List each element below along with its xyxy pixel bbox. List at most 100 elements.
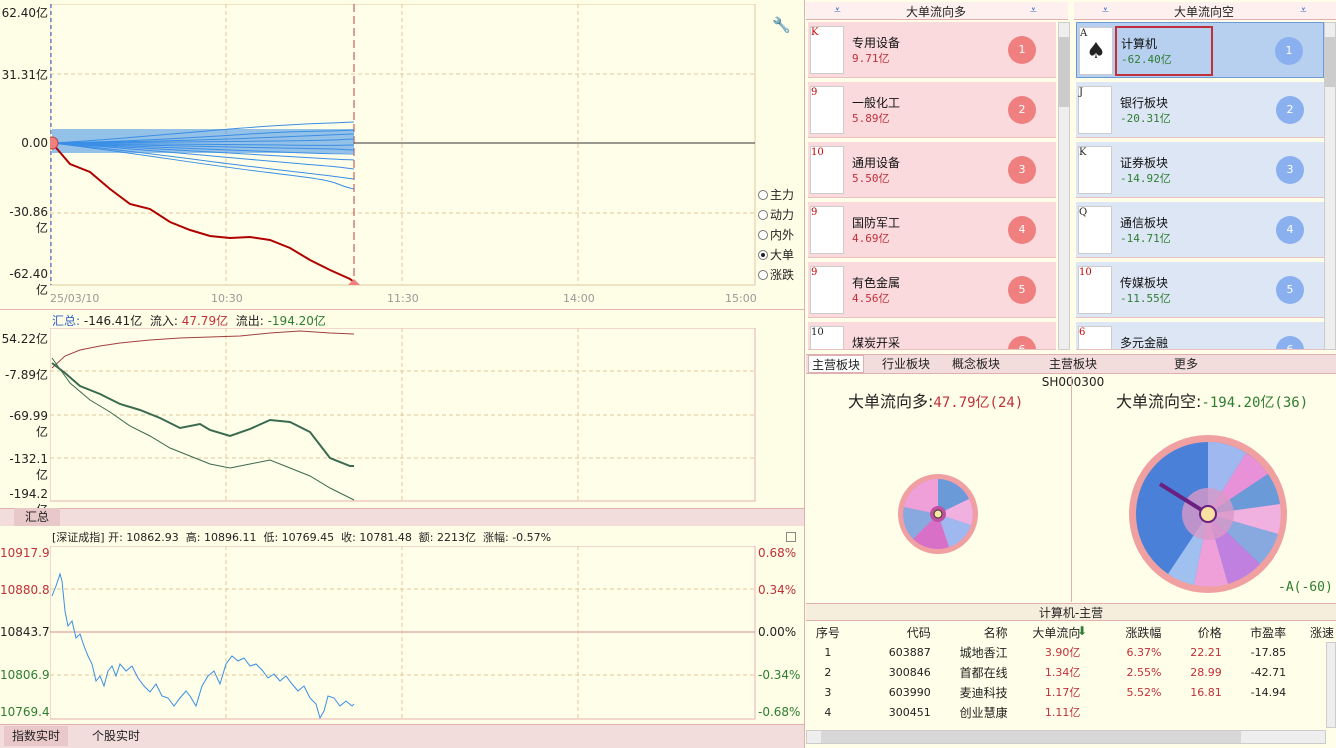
radio-dongli[interactable]: 动力 bbox=[758, 206, 794, 223]
list-item[interactable]: 6 多元金融 6 bbox=[1076, 322, 1324, 350]
list-item[interactable]: A ♠ 计算机 -62.40亿 1 bbox=[1076, 22, 1324, 78]
flow-summary-header: 汇总: -146.41亿 流入: 47.79亿 流出: -194.20亿 bbox=[52, 314, 326, 328]
y-label: -30.86亿 bbox=[9, 205, 48, 235]
radio-zhangdie[interactable]: 涨跌 bbox=[758, 266, 794, 283]
list-item[interactable]: K 证券板块 -14.92亿 3 bbox=[1076, 142, 1324, 198]
expand-icon[interactable] bbox=[786, 532, 796, 542]
table-vscrollbar[interactable] bbox=[1326, 642, 1336, 728]
table-row[interactable]: 4 300451 创业慧康 1.11亿 bbox=[806, 702, 1336, 722]
pie-left-chart bbox=[898, 474, 978, 554]
y-label: -7.89亿 bbox=[4, 368, 48, 382]
y-label: 0.34% bbox=[758, 583, 797, 597]
main-chart-panel: 62.40亿 31.31亿 0.00 -30.86亿 -62.40亿 🔧 25/… bbox=[0, 0, 804, 310]
left-list-title: 大单流向多 bbox=[906, 5, 967, 19]
collapse-icon[interactable]: ⩡ bbox=[834, 3, 841, 18]
pie-right-chart bbox=[1129, 435, 1287, 593]
detail-table-title: 计算机-主营 bbox=[806, 603, 1336, 621]
detail-table: 序号 代码 名称 大单流向 涨跌幅 价格 市盈率 涨速 1 603887 城地香江 3… bbox=[806, 622, 1336, 722]
col-header[interactable]: 名称 bbox=[933, 622, 1010, 642]
playing-card-icon: K bbox=[1078, 146, 1112, 194]
playing-card-icon: 10 bbox=[1078, 266, 1112, 314]
right-list-title: 大单流向空 bbox=[1174, 5, 1235, 19]
x-label: 25/03/10 bbox=[50, 292, 100, 305]
main-flow-chart bbox=[50, 4, 756, 286]
radio-neiwai[interactable]: 内外 bbox=[758, 226, 794, 243]
right-list-scrollbar[interactable] bbox=[1324, 22, 1336, 350]
col-header[interactable]: 大单流向 bbox=[1010, 622, 1083, 642]
col-header[interactable]: 代码 bbox=[850, 622, 933, 642]
list-item[interactable]: 9 有色金属 4.56亿 5 bbox=[808, 262, 1056, 318]
list-item[interactable]: K 专用设备 9.71亿 1 bbox=[808, 22, 1056, 78]
right-list-header: ⩡ 大单流向空 ⩡ bbox=[1074, 2, 1336, 20]
y-label: 62.40亿 bbox=[1, 6, 48, 20]
col-header[interactable]: 价格 bbox=[1163, 622, 1223, 642]
table-row[interactable]: 1 603887 城地香江 3.90亿 6.37% 22.21 -17.85 bbox=[806, 642, 1336, 662]
tab-more[interactable]: 更多 bbox=[1166, 355, 1206, 373]
list-item[interactable]: 9 国防军工 4.69亿 4 bbox=[808, 202, 1056, 258]
y-label: 10880.80 bbox=[0, 583, 58, 597]
table-hscrollbar[interactable] bbox=[806, 730, 1326, 744]
tab-concept-sector[interactable]: 概念板块 bbox=[948, 355, 1004, 373]
x-label: 15:00 bbox=[725, 292, 757, 305]
left-list-scrollbar[interactable] bbox=[1058, 22, 1070, 350]
index-chart-panel: [深证成指] 开: 10862.93 高: 10896.11 低: 10769.… bbox=[0, 526, 804, 724]
col-header[interactable]: 序号 bbox=[806, 622, 850, 642]
tab-summary[interactable]: 汇总 bbox=[14, 508, 60, 526]
y-label: 10769.48 bbox=[0, 705, 58, 719]
tab-stock-realtime[interactable]: 个股实时 bbox=[84, 726, 148, 746]
list-item[interactable]: 10 通用设备 5.50亿 3 bbox=[808, 142, 1056, 198]
x-label: 11:30 bbox=[387, 292, 419, 305]
radio-dadan[interactable]: 大单 bbox=[758, 246, 794, 263]
playing-card-icon: A ♠ bbox=[1079, 27, 1113, 75]
x-label: 14:00 bbox=[563, 292, 595, 305]
index-line-chart bbox=[50, 546, 756, 720]
pie-right-title: 大单流向空:-194.20亿(36) bbox=[1116, 392, 1309, 411]
playing-card-icon: 10 bbox=[810, 326, 844, 349]
y-label: -69.99亿 bbox=[9, 409, 48, 439]
left-list-header: ⩡ 大单流向多 ⩡ bbox=[806, 2, 1068, 20]
y-label: 0.68% bbox=[758, 546, 797, 560]
tab-industry-sector[interactable]: 行业板块 bbox=[878, 355, 934, 373]
table-row[interactable]: 2 300846 首都在线 1.34亿 2.55% 28.99 -42.71 bbox=[806, 662, 1336, 682]
list-item[interactable]: J 银行板块 -20.31亿 2 bbox=[1076, 82, 1324, 138]
y-label: -0.68% bbox=[758, 705, 801, 719]
radio-icon bbox=[758, 229, 768, 240]
radio-icon bbox=[758, 189, 768, 200]
playing-card-icon: Q bbox=[1078, 206, 1112, 254]
collapse-icon[interactable]: ⩡ bbox=[1102, 3, 1109, 18]
index-header: [深证成指] 开: 10862.93 高: 10896.11 低: 10769.… bbox=[52, 531, 552, 544]
x-label: 10:30 bbox=[211, 292, 243, 305]
playing-card-icon: K bbox=[810, 26, 844, 74]
list-item[interactable]: Q 通信板块 -14.71亿 4 bbox=[1076, 202, 1324, 258]
list-item[interactable]: 10 传媒板块 -11.55亿 5 bbox=[1076, 262, 1324, 318]
radio-icon bbox=[758, 209, 768, 220]
flow-summary-chart bbox=[50, 328, 756, 502]
wrench-icon[interactable]: 🔧 bbox=[772, 16, 791, 34]
radio-icon bbox=[758, 249, 768, 260]
collapse-icon[interactable]: ⩡ bbox=[1030, 3, 1037, 18]
y-label: -62.40亿 bbox=[9, 267, 48, 297]
pie-right-footer: -A(-60) bbox=[1278, 580, 1333, 595]
playing-card-icon: J bbox=[1078, 86, 1112, 134]
tab-main-sector[interactable]: 主营板块 bbox=[808, 355, 864, 373]
playing-card-icon: 6 bbox=[1078, 326, 1112, 349]
playing-card-icon: 10 bbox=[810, 146, 844, 194]
down-arrow-icon: ⬇ bbox=[1077, 624, 1088, 638]
pie-left-title: 大单流向多:47.79亿(24) bbox=[848, 392, 1024, 411]
col-header[interactable]: 涨跌幅 bbox=[1082, 622, 1163, 642]
col-header[interactable]: 涨速 bbox=[1288, 622, 1336, 642]
y-label: 0.00% bbox=[758, 625, 797, 639]
radio-icon bbox=[758, 269, 768, 280]
table-header-row: 序号 代码 名称 大单流向 涨跌幅 价格 市盈率 涨速 bbox=[806, 622, 1336, 642]
radio-zhuli[interactable]: 主力 bbox=[758, 186, 794, 203]
list-item[interactable]: 10 煤炭开采 6 bbox=[808, 322, 1056, 350]
tab-index-realtime[interactable]: 指数实时 bbox=[4, 726, 68, 746]
col-header[interactable]: 市盈率 bbox=[1224, 622, 1288, 642]
playing-card-icon: 9 bbox=[810, 86, 844, 134]
playing-card-icon: 9 bbox=[810, 206, 844, 254]
collapse-icon[interactable]: ⩡ bbox=[1300, 3, 1307, 18]
list-item[interactable]: 9 一般化工 5.89亿 2 bbox=[808, 82, 1056, 138]
table-row[interactable]: 3 603990 麦迪科技 1.17亿 5.52% 16.81 -14.94 bbox=[806, 682, 1336, 702]
y-label: 0.00 bbox=[21, 136, 48, 150]
tab-main-sector-sh000300[interactable]: 主营板块SH000300 bbox=[1020, 355, 1126, 389]
